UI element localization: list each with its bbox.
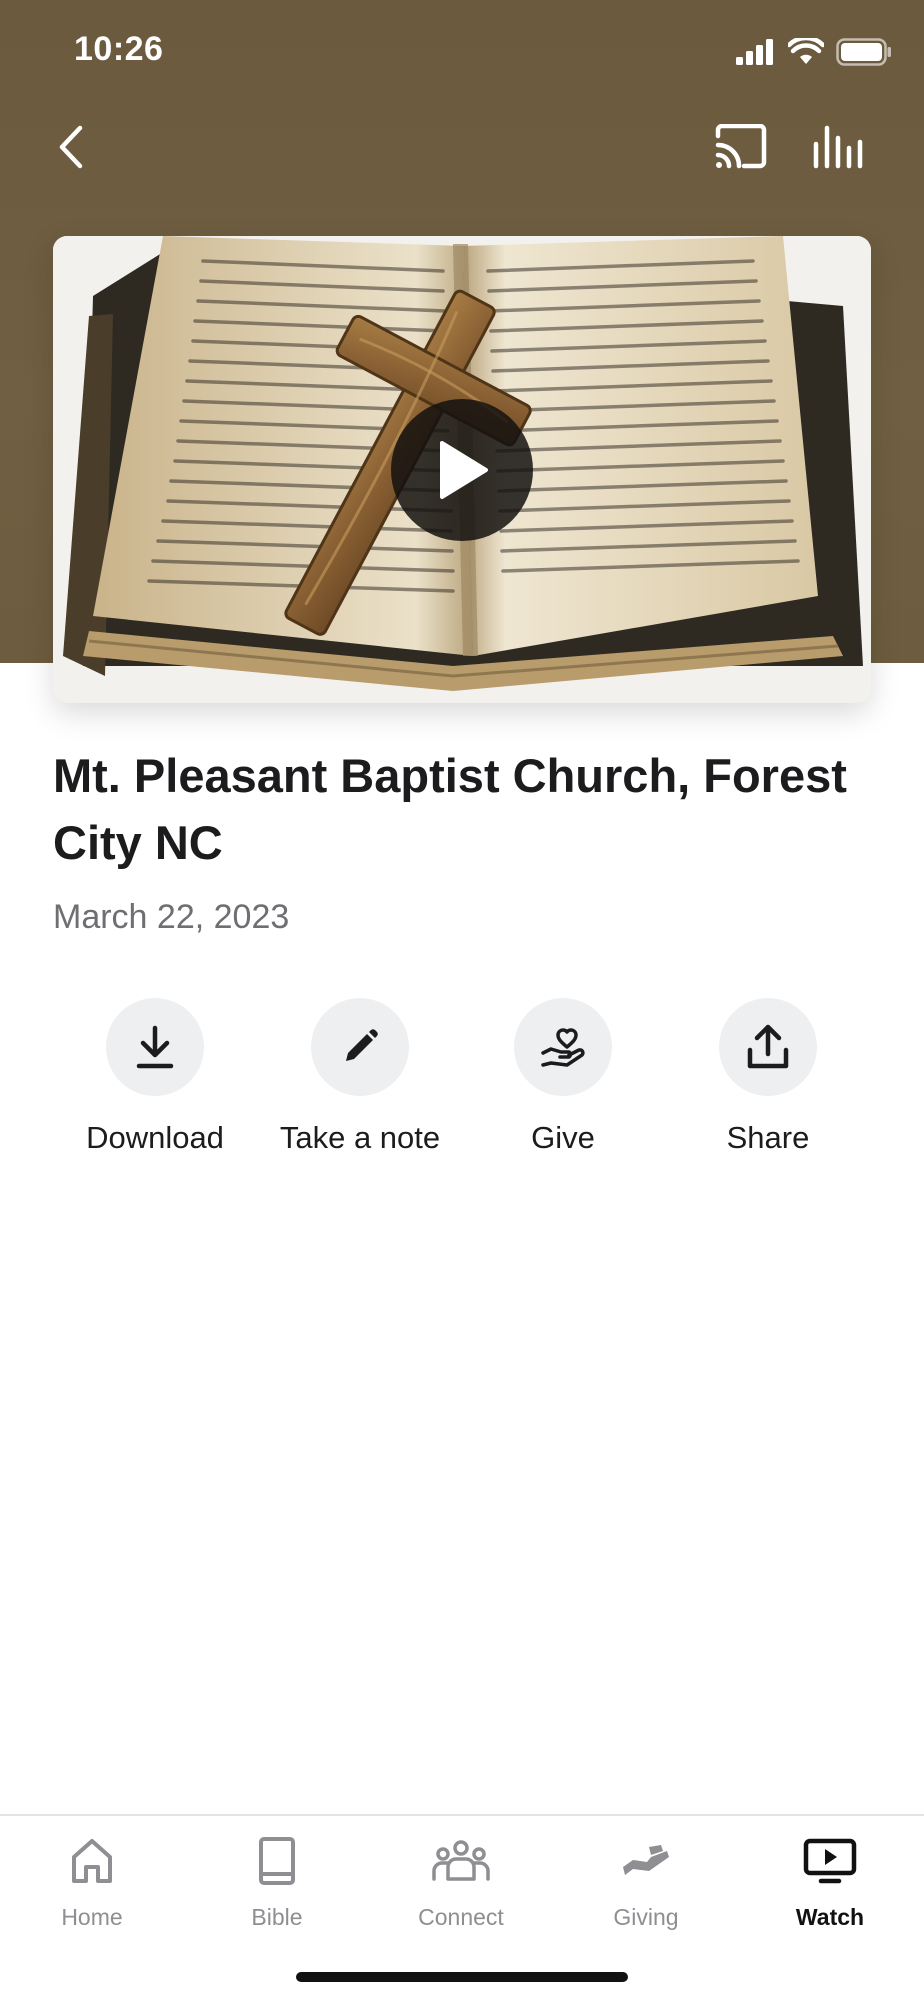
status-bar: 10:26 bbox=[0, 0, 924, 100]
tab-home-label: Home bbox=[61, 1904, 123, 1930]
giving-hand-icon bbox=[623, 1845, 669, 1875]
home-icon bbox=[72, 1839, 112, 1883]
tab-connect-label: Connect bbox=[418, 1904, 504, 1930]
battery-icon bbox=[836, 38, 891, 66]
tab-bible-label: Bible bbox=[251, 1904, 303, 1930]
tab-connect[interactable]: Connect bbox=[369, 1832, 553, 1931]
tab-bible[interactable]: Bible bbox=[185, 1832, 369, 1931]
status-icons bbox=[736, 38, 892, 66]
sermon-date: March 22, 2023 bbox=[53, 898, 290, 936]
tab-watch-label: Watch bbox=[795, 1904, 865, 1930]
action-row: Download Take a note Give Share bbox=[0, 998, 924, 1168]
play-button[interactable] bbox=[391, 399, 533, 541]
give-button[interactable]: Give bbox=[461, 998, 665, 1156]
download-label: Download bbox=[86, 1120, 224, 1155]
tab-watch[interactable]: Watch bbox=[738, 1832, 922, 1931]
tv-play-icon bbox=[803, 1838, 857, 1884]
audio-button[interactable] bbox=[812, 124, 866, 170]
cast-button[interactable] bbox=[714, 123, 768, 170]
take-note-button[interactable]: Take a note bbox=[258, 998, 462, 1156]
back-button[interactable] bbox=[52, 122, 92, 172]
cast-icon bbox=[715, 123, 767, 169]
share-button-circle[interactable] bbox=[719, 998, 817, 1096]
top-navigation-bar bbox=[0, 100, 924, 196]
download-button[interactable]: Download bbox=[53, 998, 257, 1156]
tab-giving[interactable]: Giving bbox=[554, 1832, 738, 1931]
give-button-circle[interactable] bbox=[514, 998, 612, 1096]
share-button[interactable]: Share bbox=[666, 998, 870, 1156]
take-note-label: Take a note bbox=[279, 1120, 441, 1155]
pencil-icon bbox=[346, 1029, 378, 1061]
download-button-circle[interactable] bbox=[106, 998, 204, 1096]
tab-giving-label: Giving bbox=[613, 1904, 679, 1930]
play-icon bbox=[440, 441, 488, 499]
cellular-signal-icon bbox=[736, 39, 773, 65]
wifi-icon bbox=[788, 38, 824, 64]
tab-home[interactable]: Home bbox=[0, 1832, 184, 1931]
heart-hand-icon bbox=[541, 1028, 585, 1067]
home-indicator bbox=[296, 1972, 628, 1982]
share-label: Share bbox=[726, 1120, 810, 1155]
sermon-title: Mt. Pleasant Baptist Church, Forest City… bbox=[53, 749, 847, 869]
download-icon bbox=[136, 1025, 174, 1069]
take-note-button-circle[interactable] bbox=[311, 998, 409, 1096]
audio-bars-icon bbox=[813, 125, 863, 169]
give-label: Give bbox=[531, 1120, 595, 1155]
share-icon bbox=[747, 1024, 789, 1069]
video-thumbnail[interactable] bbox=[53, 236, 871, 703]
chevron-left-icon bbox=[59, 125, 83, 169]
status-time: 10:26 bbox=[74, 30, 164, 68]
people-icon bbox=[432, 1840, 490, 1881]
book-icon bbox=[259, 1837, 295, 1885]
